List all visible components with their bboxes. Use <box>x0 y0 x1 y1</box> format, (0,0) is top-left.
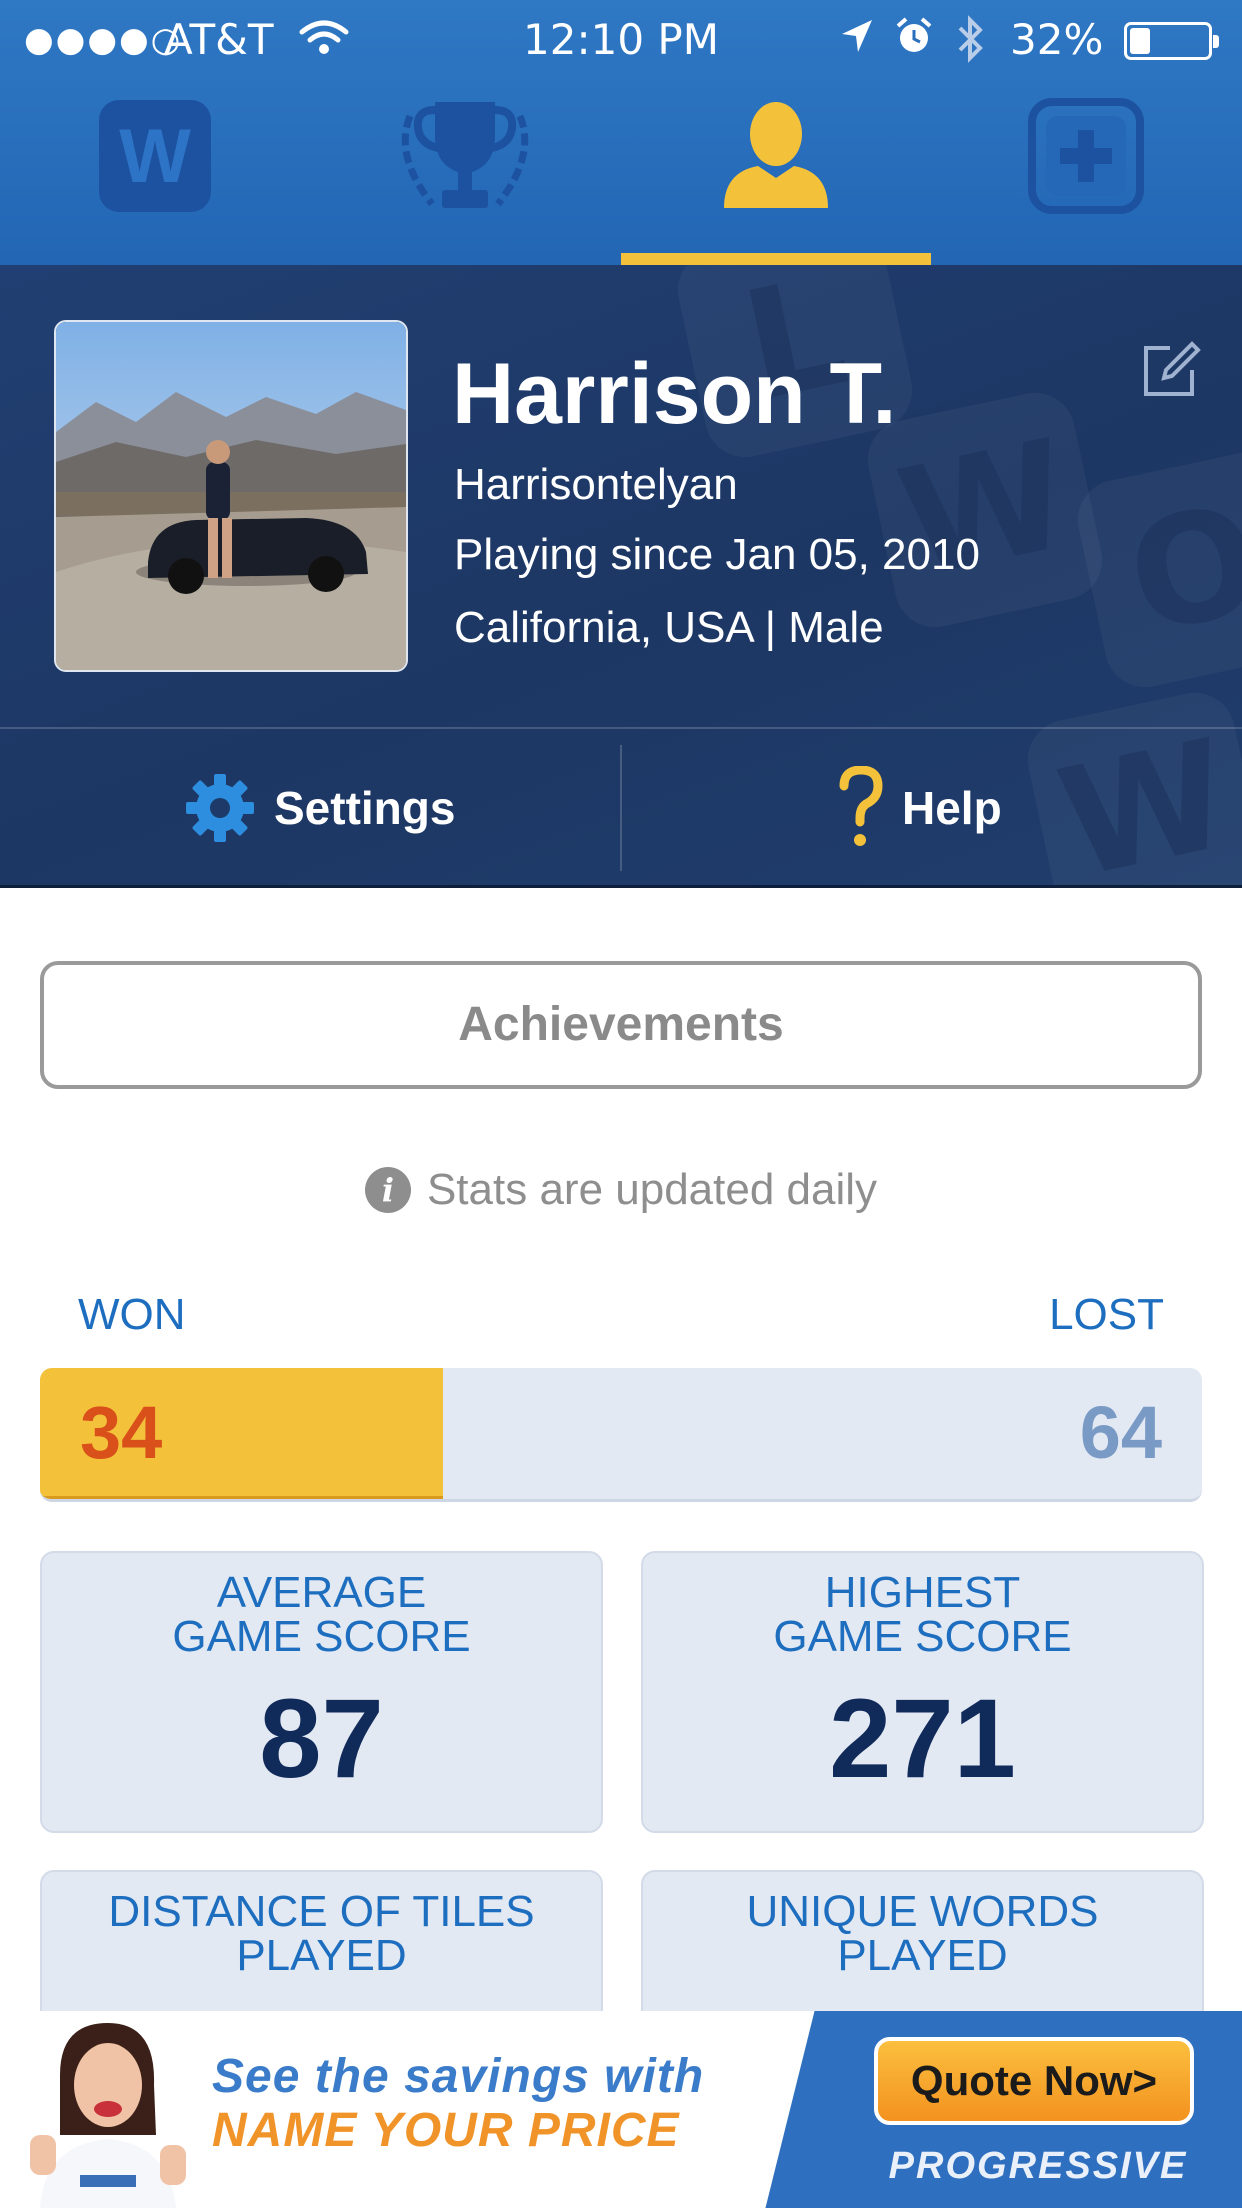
ad-brand-logo: PROGRESSIVE <box>888 2145 1188 2187</box>
battery-percent: 32% <box>1010 15 1104 64</box>
profile-icon <box>724 102 828 208</box>
stat-title: HIGHEST GAME SCORE <box>773 1568 1072 1661</box>
stat-card-highest-score: HIGHEST GAME SCORE 271 <box>641 1551 1204 1833</box>
stat-value: 87 <box>259 1676 384 1801</box>
ad-person-image <box>30 2023 186 2208</box>
stat-value: 271 <box>829 1676 1016 1801</box>
stats-note-text: Stats are updated daily <box>426 1165 878 1214</box>
settings-button[interactable]: Settings <box>184 745 455 871</box>
ad-headline: See the savings with <box>212 2050 705 2103</box>
won-count: 34 <box>80 1391 163 1474</box>
info-icon: i <box>364 1167 411 1213</box>
words-logo-icon: W <box>99 100 211 212</box>
alarm-clock-icon <box>894 14 934 70</box>
divider <box>620 745 622 871</box>
avatar-photo <box>56 322 406 670</box>
profile-panel: L W O W Harrison T. Harrisontelyan Playi… <box>0 265 1242 888</box>
ad-subheadline: NAME YOUR PRICE <box>212 2104 680 2157</box>
stat-title: UNIQUE WORDS PLAYED <box>746 1887 1099 1980</box>
avatar[interactable] <box>54 320 408 672</box>
stat-title: AVERAGE GAME SCORE <box>172 1568 471 1661</box>
lost-count: 64 <box>1079 1391 1162 1474</box>
tab-games[interactable]: W <box>0 80 310 265</box>
stats-note: i Stats are updated daily <box>0 1165 1242 1215</box>
profile-playing-since: Playing since Jan 05, 2010 <box>454 530 980 579</box>
active-tab-indicator <box>621 253 931 265</box>
tab-new-game[interactable] <box>931 80 1241 265</box>
tab-profile[interactable] <box>621 80 931 265</box>
settings-label: Settings <box>274 782 456 834</box>
background-tile: W <box>1020 685 1242 885</box>
edit-profile-button[interactable] <box>1140 340 1202 404</box>
gear-icon <box>186 774 254 842</box>
location-arrow-icon <box>836 14 876 70</box>
stat-card-average-score: AVERAGE GAME SCORE 87 <box>40 1551 603 1833</box>
achievements-button[interactable]: Achievements <box>40 961 1202 1089</box>
bluetooth-icon <box>954 14 988 76</box>
profile-name: Harrison T. <box>452 346 897 442</box>
stat-title: DISTANCE OF TILES PLAYED <box>108 1887 535 1980</box>
quote-now-button[interactable]: Quote Now> <box>874 2037 1194 2125</box>
status-bar: ●●●●○ AT&T 12:10 PM 32% <box>0 0 1242 80</box>
battery-icon <box>1124 22 1219 60</box>
profile-location-gender: California, USA | Male <box>454 603 884 652</box>
help-button[interactable]: Help <box>838 745 1002 871</box>
background-tile: O <box>1070 445 1242 695</box>
background-tile: W <box>860 385 1110 635</box>
divider <box>0 727 1242 729</box>
lost-label: LOST <box>1049 1290 1164 1339</box>
question-mark-icon <box>839 766 883 846</box>
ad-banner[interactable]: See the savings with NAME YOUR PRICE Quo… <box>0 2011 1242 2208</box>
profile-username: Harrisontelyan <box>454 460 738 509</box>
main-nav-tabs: W <box>0 80 1242 265</box>
edit-icon <box>1144 341 1201 396</box>
help-label: Help <box>902 782 1002 834</box>
svg-text:W: W <box>119 114 191 199</box>
win-loss-bar: 34 64 <box>40 1368 1202 1502</box>
new-game-icon <box>1028 98 1144 214</box>
tab-leaderboard[interactable] <box>310 80 620 265</box>
won-label: WON <box>78 1290 186 1339</box>
trophy-icon <box>401 102 529 208</box>
top-bar: ●●●●○ AT&T 12:10 PM 32% W <box>0 0 1242 266</box>
